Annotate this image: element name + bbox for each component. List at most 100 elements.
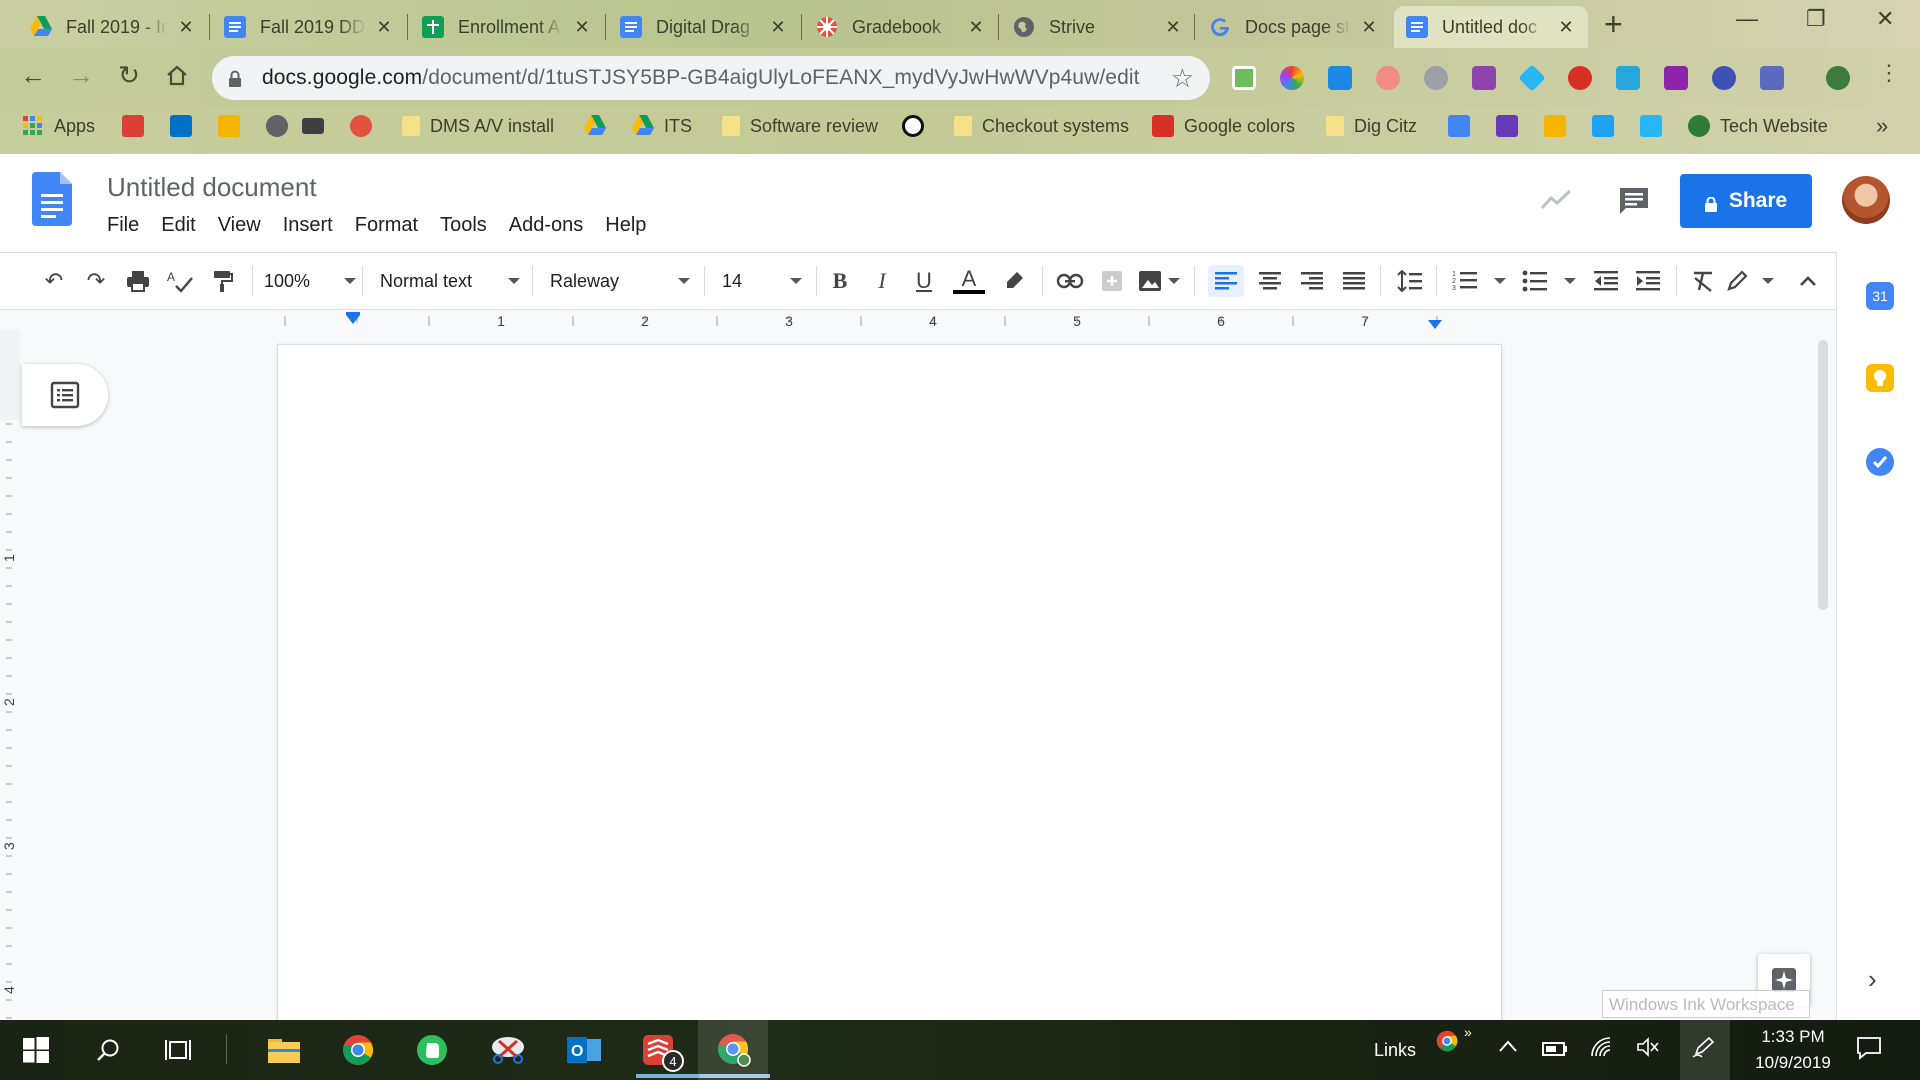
evernote-icon[interactable] (414, 1032, 450, 1068)
align-center-icon[interactable] (1254, 265, 1286, 297)
action-center-icon[interactable] (1856, 1036, 1882, 1066)
document-title[interactable]: Untitled document (107, 172, 317, 203)
browser-tab[interactable]: Gradebook ✕ (804, 6, 998, 48)
browser-menu-icon[interactable]: ⋮ (1872, 60, 1906, 86)
menu-edit[interactable]: Edit (161, 214, 195, 237)
paint-format-icon[interactable] (206, 265, 238, 297)
reload-icon[interactable]: ↻ (112, 60, 146, 91)
close-icon[interactable]: ✕ (1163, 17, 1183, 38)
horizontal-ruler[interactable]: 12345678 (276, 312, 1513, 330)
close-icon[interactable]: ✕ (176, 17, 196, 38)
account-avatar[interactable] (1842, 176, 1890, 224)
insert-comment-icon[interactable] (1096, 265, 1128, 297)
comment-icon[interactable] (1618, 186, 1650, 214)
align-right-icon[interactable] (1296, 265, 1328, 297)
task-view-icon[interactable] (160, 1032, 196, 1068)
paragraph-style-select[interactable]: Normal text (380, 265, 520, 297)
expand-side-panel-icon[interactable]: › (1868, 964, 1877, 995)
align-left-icon[interactable] (1208, 265, 1244, 297)
forward-icon[interactable]: → (64, 60, 98, 91)
screencast-extension-icon[interactable] (1376, 66, 1400, 90)
menu-insert[interactable]: Insert (283, 214, 333, 237)
menu-file[interactable]: File (107, 214, 139, 237)
bookmark-globe[interactable] (266, 114, 298, 138)
bookmark-folder[interactable]: Dig Citz (1326, 114, 1417, 138)
close-icon[interactable]: ✕ (1359, 17, 1379, 38)
address-bar[interactable]: docs.google.com/document/d/1tuSTJSY5BP-G… (212, 56, 1210, 100)
decrease-indent-icon[interactable] (1590, 265, 1622, 297)
new-tab-button[interactable]: + (1604, 8, 1623, 40)
browser-tab[interactable]: Enrollment A ✕ (410, 6, 604, 48)
underline-icon[interactable]: U (908, 265, 940, 297)
snipping-tool-icon[interactable] (490, 1032, 526, 1068)
keep-icon[interactable] (1866, 364, 1894, 392)
redo-icon[interactable]: ↷ (80, 265, 112, 297)
chrome-taskbar-icon[interactable] (340, 1032, 376, 1068)
vertical-scrollbar[interactable] (1818, 340, 1828, 610)
browser-tab[interactable]: Digital Drag ✕ (608, 6, 800, 48)
bookmark-gradebook[interactable] (350, 114, 382, 138)
extension-icon[interactable] (1424, 66, 1448, 90)
bookmark-drive[interactable] (584, 114, 616, 138)
print-icon[interactable] (122, 265, 154, 297)
browser-tab[interactable]: Fall 2019 - In ✕ (18, 6, 208, 48)
show-hidden-icons-icon[interactable] (1498, 1036, 1518, 1059)
increase-indent-icon[interactable] (1632, 265, 1664, 297)
bookmark-slides[interactable] (1544, 114, 1576, 138)
menu-help[interactable]: Help (605, 214, 646, 237)
menu-format[interactable]: Format (355, 214, 418, 237)
numbered-list-icon[interactable]: 123 (1452, 265, 1506, 297)
first-line-indent-marker[interactable] (346, 312, 360, 315)
battery-icon[interactable] (1542, 1040, 1568, 1063)
bookmarks-overflow-button[interactable]: » (1876, 113, 1888, 138)
italic-icon[interactable]: I (866, 265, 898, 297)
insert-image-icon[interactable] (1138, 265, 1180, 297)
font-select[interactable]: Raleway (550, 265, 690, 297)
minimize-icon[interactable]: — (1736, 6, 1758, 32)
extension-icon[interactable] (1232, 66, 1256, 90)
menu-tools[interactable]: Tools (440, 214, 487, 237)
browser-tab[interactable]: Docs page st ✕ (1197, 6, 1391, 48)
extension-icon[interactable] (1712, 66, 1736, 90)
bookmark-outlook[interactable] (170, 114, 202, 138)
right-indent-marker[interactable] (1428, 320, 1442, 329)
links-toolbar[interactable]: Links (1374, 1040, 1416, 1061)
editing-mode-icon[interactable] (1726, 265, 1774, 297)
extension-puzzle-icon[interactable] (1472, 66, 1496, 90)
bookmark-tech-website[interactable]: Tech Website (1688, 114, 1828, 138)
document-outline-button[interactable] (22, 364, 108, 426)
line-spacing-icon[interactable] (1394, 265, 1426, 297)
bookmark-apps[interactable]: Apps (22, 114, 95, 138)
bookmark-folder[interactable]: Software review (722, 114, 878, 138)
menu-view[interactable]: View (218, 214, 261, 237)
bookmark-folder[interactable]: DMS A/V install (402, 114, 554, 138)
zoom-select[interactable]: 100% (264, 265, 356, 297)
document-page[interactable] (277, 344, 1502, 1024)
bookmark-laptop[interactable] (302, 114, 334, 138)
text-color-icon[interactable]: A (952, 265, 986, 297)
justify-icon[interactable] (1338, 265, 1370, 297)
font-size-select[interactable]: 14 (722, 265, 802, 297)
bookmark-todoist[interactable] (122, 114, 154, 138)
bold-icon[interactable]: B (824, 265, 856, 297)
file-explorer-icon[interactable] (266, 1032, 302, 1068)
screenshot-extension-icon[interactable] (1328, 66, 1352, 90)
extension-icon[interactable] (1664, 66, 1688, 90)
close-icon[interactable]: ✕ (966, 17, 986, 38)
browser-tab[interactable]: Fall 2019 DD ✕ (212, 6, 406, 48)
activity-dashboard-icon[interactable] (1540, 188, 1572, 210)
wifi-icon[interactable] (1590, 1036, 1614, 1064)
close-icon[interactable]: ✕ (572, 17, 592, 38)
calendar-icon[interactable]: 31 (1866, 282, 1894, 310)
browser-tab[interactable]: Strive ✕ (1001, 6, 1195, 48)
bookmark-folder[interactable]: Checkout systems (954, 114, 1129, 138)
bookmark-twitter[interactable] (1592, 114, 1624, 138)
window-close-icon[interactable]: ✕ (1876, 6, 1894, 32)
bookmark-creative-commons[interactable] (902, 114, 934, 138)
volume-muted-icon[interactable] (1636, 1036, 1660, 1064)
google-docs-logo-icon[interactable] (32, 172, 72, 226)
spellcheck-icon[interactable]: A (164, 265, 196, 297)
highlight-icon[interactable] (998, 265, 1030, 297)
menu-add-ons[interactable]: Add-ons (509, 214, 584, 237)
tasks-icon[interactable] (1866, 448, 1894, 476)
